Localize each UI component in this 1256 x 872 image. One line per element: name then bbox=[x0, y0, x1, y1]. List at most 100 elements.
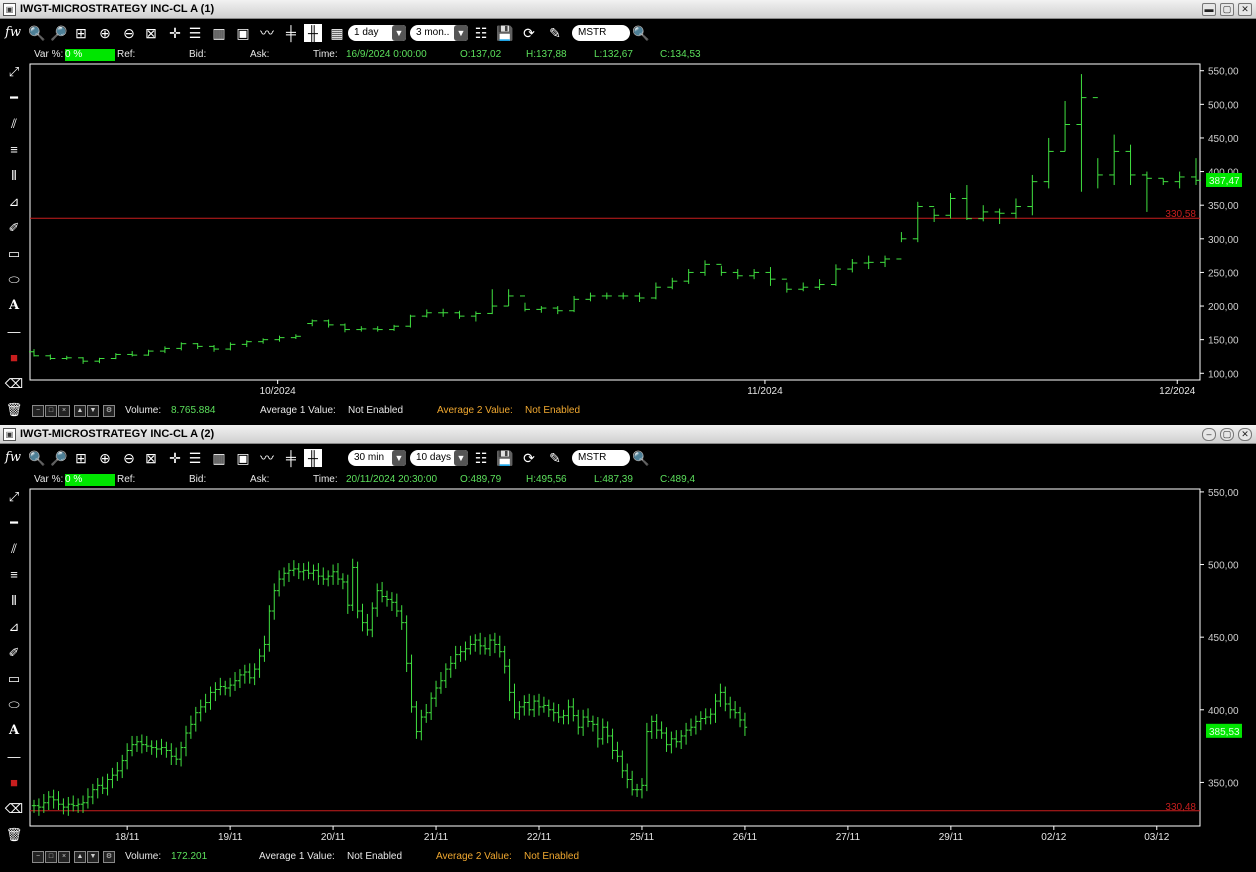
ohlc-bar bbox=[716, 263, 727, 276]
ohlc-bar bbox=[571, 698, 576, 722]
ohlc-bar bbox=[723, 686, 728, 712]
ohlc-bar bbox=[306, 561, 311, 580]
ohlc-bar bbox=[728, 696, 733, 719]
ohlc-bar bbox=[492, 632, 498, 654]
ohlc-bar bbox=[552, 306, 563, 315]
ohlc-bar bbox=[1141, 171, 1152, 212]
x-tick-label: 27/11 bbox=[836, 832, 861, 843]
ohlc-bar bbox=[169, 743, 174, 765]
ohlc-bar bbox=[61, 355, 72, 360]
ohlc-bar bbox=[100, 776, 105, 795]
ohlc-bar bbox=[296, 563, 301, 580]
ohlc-bar bbox=[463, 641, 468, 661]
ohlc-bar bbox=[929, 206, 940, 222]
ohlc-bar bbox=[290, 334, 301, 339]
ohlc-bar bbox=[654, 714, 659, 739]
ohlc-bar bbox=[405, 314, 416, 328]
down-icon[interactable]: ▼ bbox=[87, 851, 99, 863]
ohlc-bar bbox=[503, 289, 514, 307]
ohlc-bar bbox=[218, 677, 223, 696]
down-icon[interactable]: ▼ bbox=[87, 405, 99, 417]
restore-icon[interactable]: □ bbox=[45, 405, 57, 417]
ohlc-bar bbox=[409, 654, 414, 713]
ohlc-series bbox=[31, 558, 748, 816]
ohlc-bar bbox=[600, 718, 605, 745]
price-chart[interactable]: 550,00 500,00 450,00 400,00 350,00 18/11 19/11… bbox=[0, 425, 1256, 872]
up-icon[interactable]: ▲ bbox=[74, 405, 86, 417]
ohlc-bar bbox=[262, 635, 267, 662]
ohlc-bar bbox=[443, 663, 449, 689]
ohlc-bar bbox=[737, 706, 743, 728]
y-tick-label: 100,00 bbox=[1208, 369, 1239, 380]
restore-icon[interactable]: □ bbox=[45, 851, 57, 863]
avg2-label: Average 2 Value: bbox=[436, 851, 512, 862]
ohlc-bar bbox=[237, 669, 243, 689]
ohlc-bar bbox=[541, 696, 547, 713]
up-icon[interactable]: ▲ bbox=[74, 851, 86, 863]
ohlc-bar bbox=[1027, 174, 1038, 216]
x-tick-label: 03/12 bbox=[1144, 832, 1169, 843]
minus-icon[interactable]: − bbox=[32, 851, 44, 863]
ohlc-bar bbox=[433, 680, 439, 707]
ohlc-bar bbox=[473, 634, 478, 652]
reference-price-label: 330,48 bbox=[1165, 802, 1196, 813]
ohlc-bar bbox=[536, 693, 542, 716]
ohlc-bar bbox=[424, 703, 429, 723]
ohlc-bar bbox=[404, 615, 409, 673]
ohlc-bar bbox=[95, 778, 100, 799]
ohlc-bar bbox=[978, 205, 989, 222]
last-price-label: 387,47 bbox=[1209, 176, 1240, 187]
ohlc-bar bbox=[718, 683, 723, 707]
ohlc-bar bbox=[639, 778, 645, 799]
ohlc-bar bbox=[519, 295, 530, 312]
ohlc-bar bbox=[896, 232, 907, 260]
ohlc-bar bbox=[90, 783, 96, 805]
price-chart[interactable]: 550,00500,00450,00400,00350,00300,00250,… bbox=[0, 0, 1256, 424]
ohlc-bar bbox=[120, 754, 125, 779]
ohlc-bar bbox=[512, 683, 517, 719]
ohlc-bar bbox=[134, 735, 140, 752]
ohlc-bar bbox=[713, 693, 718, 723]
ohlc-bar bbox=[274, 335, 285, 342]
ohlc-bar bbox=[683, 722, 689, 745]
y-tick-label: 200,00 bbox=[1208, 302, 1239, 313]
ohlc-bar bbox=[438, 308, 449, 317]
ohlc-bar bbox=[389, 324, 400, 331]
ohlc-bar bbox=[644, 722, 650, 792]
ohlc-bar bbox=[595, 717, 601, 748]
close-icon[interactable]: × bbox=[58, 405, 70, 417]
ohlc-bar bbox=[61, 798, 66, 815]
ohlc-bar bbox=[45, 354, 56, 360]
ohlc-bar bbox=[634, 783, 640, 797]
ohlc-bar bbox=[605, 721, 610, 744]
ohlc-bar bbox=[678, 730, 684, 750]
ohlc-bar bbox=[634, 292, 645, 303]
gear-icon[interactable]: ⚙ bbox=[103, 851, 115, 863]
ohlc-bar bbox=[590, 715, 596, 732]
ohlc-bar bbox=[78, 357, 89, 364]
ohlc-bar bbox=[257, 648, 262, 678]
minus-icon[interactable]: − bbox=[32, 405, 44, 417]
ohlc-bar bbox=[323, 319, 334, 328]
ohlc-bar bbox=[749, 269, 760, 280]
ohlc-bar bbox=[394, 593, 400, 617]
y-tick-label: 450,00 bbox=[1208, 134, 1239, 145]
ohlc-bar bbox=[345, 574, 350, 614]
y-tick-label: 500,00 bbox=[1208, 100, 1239, 111]
ohlc-bar bbox=[46, 791, 51, 811]
ohlc-bar bbox=[365, 613, 370, 636]
volume-value: 8.765.884 bbox=[171, 405, 216, 416]
ohlc-bar bbox=[667, 277, 678, 290]
ohlc-bar bbox=[659, 721, 664, 739]
close-icon[interactable]: × bbox=[58, 851, 70, 863]
volume-label: Volume: bbox=[125, 405, 162, 416]
ohlc-bar bbox=[601, 292, 612, 300]
ohlc-bar bbox=[814, 279, 825, 290]
ohlc-bar bbox=[372, 326, 383, 332]
chart-window-1: ▣ IWGT-MICROSTRATEGY INC-CL A (1) ▬ ▢ ✕ … bbox=[0, 0, 1256, 424]
ohlc-bar bbox=[994, 208, 1005, 225]
x-tick-label: 18/11 bbox=[115, 832, 140, 843]
gear-icon[interactable]: ⚙ bbox=[103, 405, 115, 417]
ohlc-bar bbox=[252, 663, 257, 686]
ohlc-bar bbox=[536, 306, 547, 313]
